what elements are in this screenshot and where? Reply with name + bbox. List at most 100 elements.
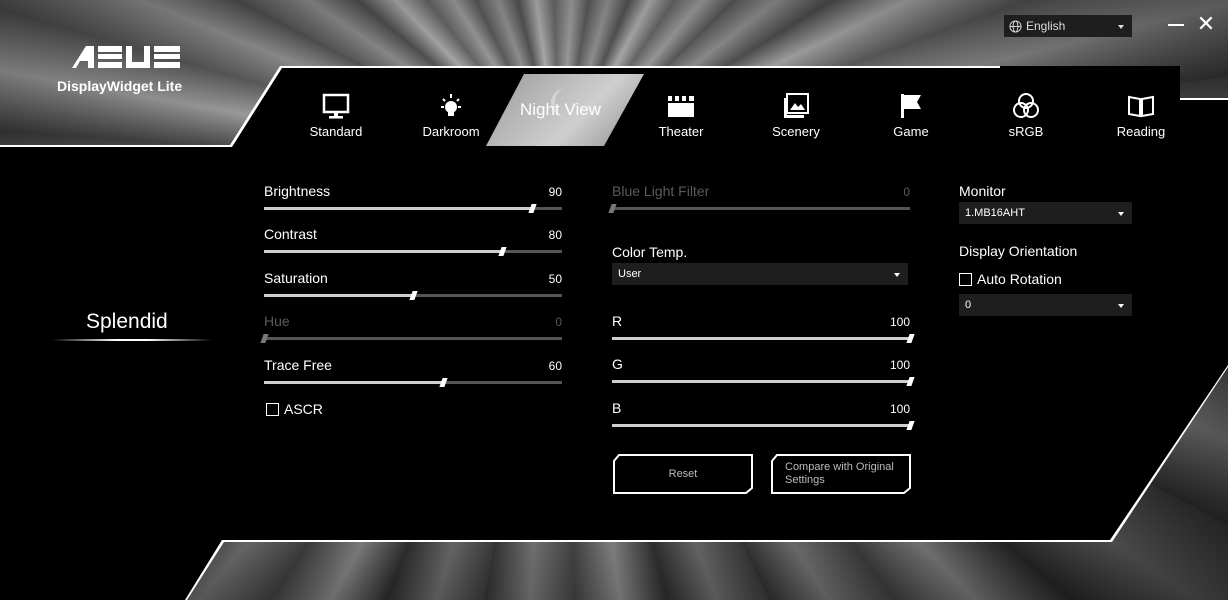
slider-fill [264, 293, 413, 297]
color-temp-value: User [618, 268, 642, 280]
display-orientation-label: Display Orientation [959, 243, 1078, 259]
tab-label: Game [893, 124, 929, 139]
slider-value: 0 [903, 185, 910, 199]
color-temp-label: Color Temp. [612, 244, 688, 260]
tab-label: Scenery [772, 124, 820, 139]
slider-value: 100 [889, 315, 910, 329]
asus-logo [72, 46, 180, 68]
nav-underline [52, 339, 212, 341]
book-icon [1128, 95, 1154, 118]
tab-label: Theater [658, 124, 704, 139]
tab-label: Reading [1116, 124, 1166, 139]
compare-button[interactable]: Compare with Original Settings [771, 454, 911, 494]
slider-b[interactable]: B 100 [612, 399, 915, 436]
slider-thumb[interactable] [439, 377, 448, 387]
reset-label: Reset [668, 467, 698, 480]
slider-thumb[interactable] [409, 290, 418, 300]
reset-button[interactable]: Reset [613, 454, 753, 494]
slider-contrast[interactable]: Contrast 80 [264, 226, 562, 262]
app-title: DisplayWidget Lite [57, 78, 183, 94]
close-button[interactable]: ✕ [1196, 13, 1216, 35]
tab-scenery[interactable]: Scenery [746, 92, 846, 139]
slider-label: Brightness [264, 183, 331, 199]
tab-label: sRGB [1008, 124, 1044, 139]
blue-light-filter-slider[interactable]: Blue Light Filter 0 [608, 183, 910, 219]
auto-rotation-checkbox[interactable]: Auto Rotation [959, 271, 1062, 287]
tab-theater[interactable]: Theater [631, 92, 731, 139]
minimize-icon [1168, 24, 1184, 26]
ascr-label: ASCR [284, 401, 323, 417]
slider-trace-free[interactable]: Trace Free 60 [264, 357, 562, 393]
tab-label: Night View [520, 100, 601, 119]
slider-track[interactable] [264, 204, 562, 213]
orientation-value: 0 [965, 299, 972, 311]
slider-label: Blue Light Filter [612, 183, 710, 199]
tab-game[interactable]: Game [861, 92, 961, 139]
slider-track[interactable] [608, 204, 910, 213]
slider-label: Saturation [264, 269, 328, 286]
image-icon [784, 93, 809, 118]
monitor-label: Monitor [959, 183, 1006, 199]
compare-label: Compare with Original Settings [785, 461, 894, 486]
slider-value: 50 [548, 271, 562, 286]
color-temp-select[interactable]: User [612, 263, 908, 285]
language-select[interactable]: English [1004, 15, 1132, 37]
chevron-down-icon [1118, 304, 1124, 308]
slider-fill [264, 380, 443, 384]
slider-value: 100 [889, 358, 910, 373]
slider-value: 100 [889, 401, 910, 416]
tab-srgb[interactable]: sRGB [976, 92, 1076, 139]
chevron-down-icon [1118, 25, 1124, 29]
globe-icon [1009, 19, 1022, 33]
slider-fill [612, 380, 910, 384]
slider-fill [612, 423, 910, 427]
slider-track[interactable] [264, 377, 562, 387]
tab-label: Standard [309, 124, 363, 139]
slider-thumb[interactable] [528, 204, 537, 213]
slider-value: 80 [548, 228, 562, 243]
tab-darkroom[interactable]: Darkroom [401, 92, 501, 139]
slider-track[interactable] [260, 334, 562, 344]
slider-value: 0 [555, 315, 562, 330]
slider-fill [264, 250, 503, 254]
slider-track[interactable] [612, 377, 915, 387]
tab-reading[interactable]: Reading [1091, 92, 1191, 139]
slider-value: 60 [548, 358, 562, 373]
slider-track[interactable] [612, 334, 915, 343]
slider-track[interactable] [264, 247, 562, 257]
auto-rotation-label: Auto Rotation [977, 271, 1062, 287]
orientation-select[interactable]: 0 [959, 294, 1132, 316]
slider-thumb[interactable] [498, 247, 508, 257]
ascr-checkbox[interactable]: ASCR [266, 401, 323, 417]
slider-label: B [612, 399, 622, 416]
slider-value: 90 [548, 185, 562, 199]
slider-label: Trace Free [264, 356, 332, 373]
lightbulb-icon [441, 94, 461, 116]
slider-fill [264, 207, 533, 210]
flag-icon [901, 94, 921, 118]
minimize-button[interactable] [1166, 14, 1186, 34]
tab-standard[interactable]: Standard [286, 92, 386, 139]
slider-hue[interactable]: Hue 0 [260, 313, 562, 349]
rgb-circles-icon [1013, 93, 1039, 118]
tab-label: Darkroom [422, 124, 480, 139]
checkbox-box[interactable] [266, 402, 279, 416]
chevron-down-icon [1118, 212, 1124, 216]
slider-saturation[interactable]: Saturation 50 [264, 270, 562, 306]
slider-brightness[interactable]: Brightness 90 [264, 183, 562, 219]
slider-track[interactable] [264, 290, 562, 300]
slider-label: R [612, 313, 623, 329]
language-value: English [1026, 19, 1066, 33]
nav-item-splendid[interactable]: Splendid [86, 310, 168, 334]
slider-r[interactable]: R 100 [612, 313, 915, 349]
monitor-icon [322, 93, 350, 119]
monitor-select[interactable]: 1.MB16AHT [959, 202, 1132, 224]
monitor-value: 1.MB16AHT [965, 207, 1025, 219]
chevron-down-icon [894, 273, 900, 277]
slider-label: Contrast [264, 226, 317, 243]
slider-g[interactable]: G 100 [612, 356, 915, 392]
slider-label: Hue [264, 313, 290, 330]
slider-track[interactable] [612, 420, 915, 430]
slider-fill [612, 337, 910, 340]
checkbox-box[interactable] [959, 272, 972, 286]
